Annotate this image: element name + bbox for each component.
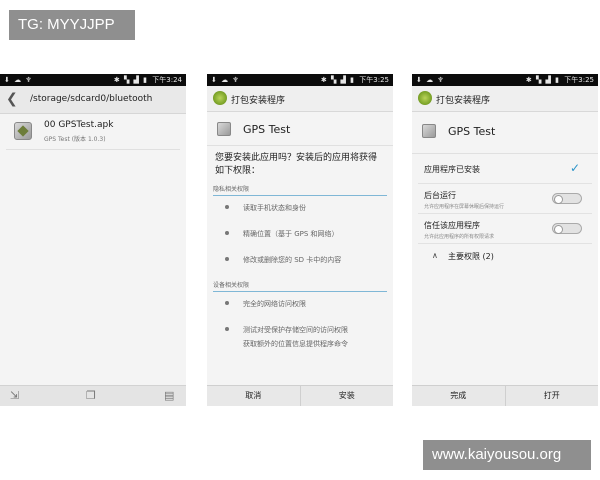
- permission-text: 获取额外的位置信息提供程序命令: [243, 340, 348, 348]
- installer-header: 打包安装程序: [207, 86, 393, 112]
- status-left-icons: ⬇ ☁ ♆: [416, 76, 445, 84]
- phone-install-prompt: ⬇ ☁ ♆ ✱ ▚ ▟ ▮ 下午3:25 打包安装程序 GPS Test 您要安…: [207, 74, 393, 406]
- permission-item: 精确位置（基于 GPS 和网络）: [213, 222, 387, 248]
- app-info-row: GPS Test: [412, 112, 598, 154]
- app-name: GPS Test: [243, 123, 291, 136]
- installer-logo-icon: [213, 91, 227, 105]
- main-permissions-expander[interactable]: ∧ 主要权限 (2): [418, 244, 592, 268]
- export-icon[interactable]: ⇲: [10, 390, 19, 402]
- app-info-row: GPS Test: [207, 112, 393, 146]
- status-bar: ⬇ ☁ ♆ ✱ ▚ ▟ ▮ 下午3:25: [412, 74, 598, 86]
- status-right: ✱ ▚ ▟ ▮ 下午3:25: [321, 74, 389, 86]
- question-line-2: 如下权限：: [215, 166, 261, 176]
- permission-text: 精确位置（基于 GPS 和网络）: [243, 230, 339, 238]
- permission-item: 测试对受保护存储空间的访问权限 获取额外的位置信息提供程序命令: [213, 318, 387, 352]
- installer-title: 打包安装程序: [436, 96, 491, 106]
- watermark-bottom: www.kaiyousou.org: [423, 440, 591, 470]
- folder-path: /storage/sdcard0/bluetooth: [30, 94, 153, 104]
- installed-label: 应用程序已安装: [424, 165, 480, 174]
- install-button-bar: 取消 安装: [207, 385, 393, 406]
- app-name: GPS Test: [448, 125, 496, 138]
- cancel-button[interactable]: 取消: [207, 386, 300, 406]
- signal-icons: ✱ ▚ ▟ ▮: [320, 76, 356, 84]
- screenshot-canvas: TG: MYYJJPP ⬇ ☁ ♆ ✱ ▚ ▟ ▮ 下午3:24 ❮ /stor…: [0, 0, 600, 480]
- installed-status-row: 应用程序已安装 ✓: [418, 154, 592, 184]
- installer-logo-icon: [418, 91, 432, 105]
- permission-text: 测试对受保护存储空间的访问权限: [243, 326, 348, 334]
- background-run-toggle[interactable]: [552, 193, 582, 204]
- copy-icon[interactable]: ❐: [86, 390, 96, 402]
- permission-item: 完全的网络访问权限: [213, 292, 387, 318]
- installer-title: 打包安装程序: [231, 96, 286, 106]
- status-left-icons: ⬇ ☁ ♆: [4, 76, 33, 84]
- status-left-icons: ⬇ ☁ ♆: [211, 76, 240, 84]
- phone-installed: ⬇ ☁ ♆ ✱ ▚ ▟ ▮ 下午3:25 打包安装程序 GPS Test 应用程…: [412, 74, 598, 406]
- app-icon: [422, 124, 436, 138]
- signal-icons: ✱ ▚ ▟ ▮: [525, 76, 561, 84]
- trust-app-row[interactable]: 信任该应用程序 允许此应用程序的所有权限请求: [418, 214, 592, 244]
- status-time: 下午3:25: [564, 76, 594, 84]
- section-privacy-permissions: 隐私相关权限: [213, 184, 387, 196]
- status-bar: ⬇ ☁ ♆ ✱ ▚ ▟ ▮ 下午3:24: [0, 74, 186, 86]
- bullet-icon: [225, 301, 229, 305]
- app-icon: [217, 122, 231, 136]
- bullet-icon: [225, 257, 229, 261]
- bullet-icon: [225, 205, 229, 209]
- done-button[interactable]: 完成: [412, 386, 505, 406]
- status-right: ✱ ▚ ▟ ▮ 下午3:25: [526, 74, 594, 86]
- status-bar: ⬇ ☁ ♆ ✱ ▚ ▟ ▮ 下午3:25: [207, 74, 393, 86]
- file-name: 00 GPSTest.apk: [44, 120, 114, 130]
- main-permissions-label: 主要权限 (2): [448, 252, 494, 261]
- trust-app-desc: 允许此应用程序的所有权限请求: [424, 234, 495, 240]
- bullet-icon: [225, 231, 229, 235]
- signal-icons: ✱ ▚ ▟ ▮: [113, 76, 149, 84]
- permission-item: 修改或删除您的 SD 卡中的内容: [213, 248, 387, 274]
- permission-text: 完全的网络访问权限: [243, 300, 306, 308]
- permission-item: 读取手机状态和身份: [213, 196, 387, 222]
- status-time: 下午3:25: [359, 76, 389, 84]
- trust-app-toggle[interactable]: [552, 223, 582, 234]
- back-arrow-icon[interactable]: ❮: [6, 90, 18, 108]
- caret-up-icon: ∧: [432, 251, 438, 260]
- phone-file-manager: ⬇ ☁ ♆ ✱ ▚ ▟ ▮ 下午3:24 ❮ /storage/sdcard0/…: [0, 74, 186, 406]
- permission-text: 修改或删除您的 SD 卡中的内容: [243, 256, 342, 264]
- background-run-row[interactable]: 后台运行 允许应用程序在屏幕休眠后保持运行: [418, 184, 592, 214]
- trash-icon[interactable]: ▤: [164, 390, 174, 402]
- apk-file-icon: [14, 122, 32, 140]
- file-action-bar: ⇲ ❐ ▤: [0, 385, 186, 406]
- installer-header: 打包安装程序: [412, 86, 598, 112]
- watermark-top: TG: MYYJJPP: [9, 10, 135, 40]
- install-button[interactable]: 安装: [299, 386, 394, 406]
- file-version: GPS Test (版本 1.0.3): [44, 136, 106, 143]
- file-list-item[interactable]: 00 GPSTest.apk GPS Test (版本 1.0.3): [6, 114, 180, 150]
- installed-button-bar: 完成 打开: [412, 385, 598, 406]
- checkmark-icon: ✓: [569, 161, 580, 175]
- background-run-title: 后台运行: [424, 191, 456, 200]
- trust-app-title: 信任该应用程序: [424, 221, 480, 230]
- question-line-1: 您要安装此应用吗？安装后的应用将获得: [215, 153, 378, 163]
- bullet-icon: [225, 327, 229, 331]
- install-question: 您要安装此应用吗？安装后的应用将获得 如下权限：: [207, 146, 393, 178]
- status-time: 下午3:24: [152, 76, 182, 84]
- section-device-permissions: 设备相关权限: [213, 280, 387, 292]
- open-button[interactable]: 打开: [504, 386, 599, 406]
- status-right: ✱ ▚ ▟ ▮ 下午3:24: [114, 74, 182, 86]
- background-run-desc: 允许应用程序在屏幕休眠后保持运行: [424, 204, 505, 210]
- permission-text: 读取手机状态和身份: [243, 204, 306, 212]
- path-bar: ❮ /storage/sdcard0/bluetooth: [0, 86, 186, 114]
